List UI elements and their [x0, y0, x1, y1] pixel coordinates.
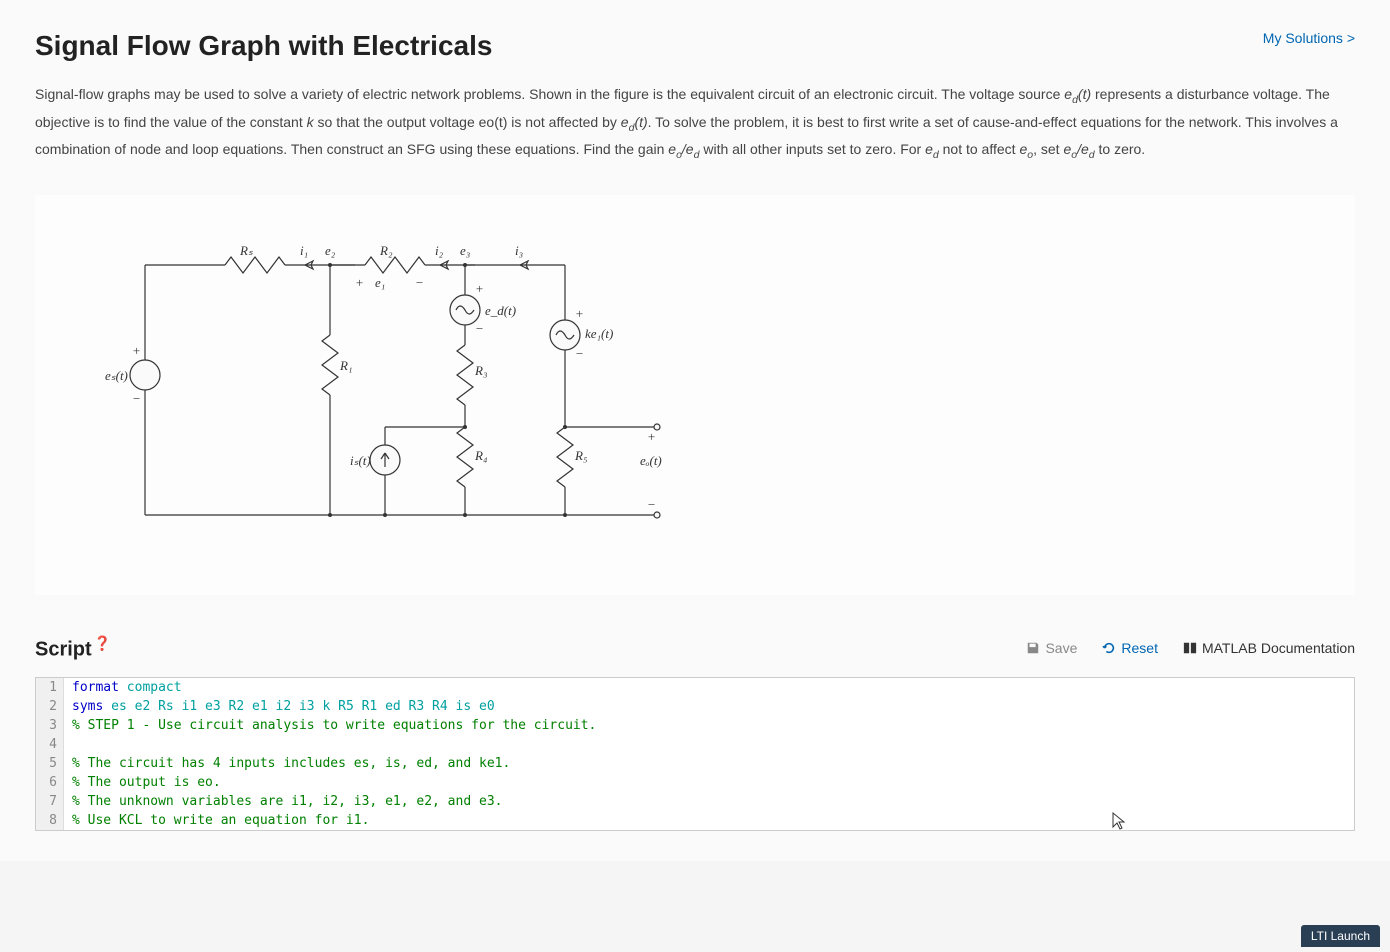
line-number: 6 — [36, 773, 64, 792]
label-i3: i₃ — [515, 243, 523, 258]
save-icon — [1026, 641, 1040, 655]
code-line[interactable]: 2syms es e2 Rs i1 e3 R2 e1 i2 i3 k R5 R1… — [36, 697, 1354, 716]
svg-text:−: − — [415, 275, 424, 290]
label-ke1: ke₁(t) — [585, 326, 613, 341]
matlab-docs-link[interactable]: MATLAB Documentation — [1183, 640, 1355, 656]
label-eo: eₒ(t) — [640, 453, 662, 468]
line-number: 8 — [36, 811, 64, 830]
label-ed: e_d(t) — [485, 303, 516, 318]
page-title: Signal Flow Graph with Electricals — [35, 30, 492, 62]
code-content[interactable]: % Use KCL to write an equation for i1. — [64, 811, 1354, 830]
my-solutions-link[interactable]: My Solutions > — [1263, 30, 1355, 46]
problem-description: Signal-flow graphs may be used to solve … — [35, 82, 1355, 165]
lti-launch-button[interactable]: LTI Launch — [1301, 925, 1380, 947]
label-is: iₛ(t) — [350, 453, 371, 468]
label-e3: e₃ — [460, 243, 470, 258]
line-number: 2 — [36, 697, 64, 716]
save-button[interactable]: Save — [1026, 640, 1077, 656]
code-content[interactable] — [64, 735, 1354, 754]
code-line[interactable]: 7% The unknown variables are i1, i2, i3,… — [36, 792, 1354, 811]
label-r5: R₅ — [574, 448, 587, 463]
label-e2: e₂ — [325, 243, 336, 258]
reset-button[interactable]: Reset — [1102, 640, 1158, 656]
label-r1: R₁ — [339, 358, 352, 373]
svg-text:−: − — [475, 321, 484, 336]
code-content[interactable]: % The circuit has 4 inputs includes es, … — [64, 754, 1354, 773]
script-section-title: Script❓ — [35, 635, 111, 662]
code-line[interactable]: 3% STEP 1 - Use circuit analysis to writ… — [36, 716, 1354, 735]
line-number: 4 — [36, 735, 64, 754]
code-content[interactable]: % The output is eo. — [64, 773, 1354, 792]
code-editor[interactable]: 1format compact2syms es e2 Rs i1 e3 R2 e… — [35, 677, 1355, 831]
svg-text:−: − — [132, 391, 141, 406]
line-number: 1 — [36, 678, 64, 697]
label-rs: Rₛ — [239, 243, 253, 258]
line-number: 7 — [36, 792, 64, 811]
svg-text:+: + — [575, 306, 584, 321]
svg-text:−: − — [647, 497, 656, 512]
code-line[interactable]: 1format compact — [36, 678, 1354, 697]
circuit-diagram: eₛ(t) + − Rₛ i₁ e₂ R₁ R₂ — [35, 195, 1355, 595]
svg-text:−: − — [575, 346, 584, 361]
help-icon[interactable]: ❓ — [94, 635, 111, 651]
code-line[interactable]: 8% Use KCL to write an equation for i1. — [36, 811, 1354, 830]
code-content[interactable]: format compact — [64, 678, 1354, 697]
label-r3: R₃ — [474, 363, 487, 378]
label-e1: e₁ — [375, 275, 385, 290]
label-i2: i₂ — [435, 243, 444, 258]
reset-icon — [1102, 641, 1116, 655]
label-r2: R₂ — [379, 243, 393, 258]
svg-text:+: + — [475, 281, 484, 296]
label-r4: R₄ — [474, 448, 488, 463]
code-content[interactable]: % STEP 1 - Use circuit analysis to write… — [64, 716, 1354, 735]
label-i1: i₁ — [300, 243, 308, 258]
svg-text:+: + — [132, 343, 141, 358]
line-number: 3 — [36, 716, 64, 735]
svg-text:+: + — [355, 275, 364, 290]
book-icon — [1183, 641, 1197, 655]
code-line[interactable]: 4 — [36, 735, 1354, 754]
svg-text:+: + — [647, 429, 656, 444]
code-line[interactable]: 5% The circuit has 4 inputs includes es,… — [36, 754, 1354, 773]
label-es: eₛ(t) — [105, 368, 128, 383]
code-content[interactable]: % The unknown variables are i1, i2, i3, … — [64, 792, 1354, 811]
line-number: 5 — [36, 754, 64, 773]
code-line[interactable]: 6% The output is eo. — [36, 773, 1354, 792]
code-content[interactable]: syms es e2 Rs i1 e3 R2 e1 i2 i3 k R5 R1 … — [64, 697, 1354, 716]
